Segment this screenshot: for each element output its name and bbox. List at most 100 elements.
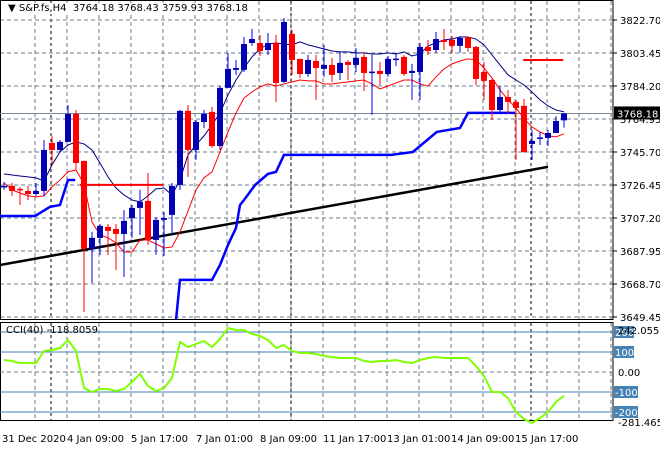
candle-bullish [417, 46, 423, 72]
price-axis-label: 3784.20 [620, 82, 660, 93]
candle-bearish [105, 226, 111, 231]
cci-zero-label: 0.00 [618, 368, 640, 379]
candle-bullish [217, 87, 223, 146]
candle-bullish [265, 42, 271, 50]
time-axis-label: 8 Jan 09:00 [260, 434, 317, 445]
candle-bearish [377, 70, 383, 74]
candle-bearish [441, 39, 447, 42]
price-axis-label: 3726.45 [620, 181, 660, 192]
candle-bearish [81, 160, 87, 249]
candle-bullish [457, 38, 463, 46]
price-axis-label: 3822.70 [620, 16, 660, 27]
low-value: 3759.93 [161, 3, 204, 14]
candle-bullish [537, 137, 543, 139]
cci-level-label: -100 [615, 388, 638, 399]
time-axis-label: 5 Jan 17:00 [131, 434, 188, 445]
cci-label: CCI(40) -118.8059 [6, 325, 98, 336]
price-chart[interactable]: 3822.703803.453784.203764.953745.703726.… [0, 0, 660, 450]
cci-min-label: -281.4652 [618, 418, 660, 429]
candle-bearish [145, 200, 151, 240]
candle-bearish [17, 188, 23, 191]
candle-bullish [193, 122, 199, 150]
candle-bullish [233, 68, 239, 70]
cci-level-label: 100 [615, 348, 634, 359]
time-axis-label: 11 Jan 17:00 [323, 434, 386, 445]
candle-bearish [401, 56, 407, 74]
candle-bullish [177, 110, 183, 185]
candle-bullish [321, 64, 327, 69]
candle-bearish [25, 190, 31, 194]
candle-bearish [329, 64, 335, 75]
close-value: 3768.18 [206, 3, 248, 14]
price-axis-label: 3687.95 [620, 247, 660, 258]
time-axis-label: 14 Jan 09:00 [451, 434, 514, 445]
candle-bearish [465, 36, 471, 48]
candle-bearish [49, 142, 55, 150]
candle-bearish [425, 46, 431, 52]
candle-bearish [73, 113, 79, 163]
current-price-label: 3768.18 [617, 109, 658, 120]
candle-bearish [257, 42, 263, 52]
candle-bullish [225, 68, 231, 88]
candle-bullish [353, 57, 359, 65]
candle-bullish [433, 39, 439, 50]
price-axis-label: 3649.45 [620, 313, 660, 324]
candle-bullish [137, 201, 143, 208]
candle-bearish [489, 80, 495, 110]
candle-bullish [201, 113, 207, 122]
candle-bullish [65, 113, 71, 142]
candle-bullish [545, 132, 551, 138]
candle-bearish [473, 46, 479, 79]
candle-bearish [209, 111, 215, 146]
cci-max-label: 242.055 [618, 326, 659, 337]
candle-bearish [481, 71, 487, 81]
candle-bearish [513, 101, 519, 108]
candle-bullish [241, 44, 247, 70]
candle-bearish [449, 39, 455, 46]
price-axis-label: 3707.20 [620, 214, 660, 225]
candle-bullish [97, 225, 103, 238]
candle-bullish [553, 120, 559, 133]
candle-bullish [153, 219, 159, 240]
price-axis-label: 3668.70 [620, 280, 660, 291]
high-value: 3768.43 [117, 3, 159, 14]
cci-line [3, 326, 565, 425]
candle-bullish [281, 21, 287, 82]
candle-bearish [521, 105, 527, 152]
candle-bearish [289, 33, 295, 60]
candle-bullish [529, 140, 535, 144]
candle-bullish [497, 96, 503, 110]
price-axis-label: 3803.45 [620, 49, 660, 60]
candle-bearish [273, 42, 279, 83]
candle-bearish [113, 228, 119, 234]
candle-bullish [337, 62, 343, 73]
symbol-label: S&P.fs,H4 [18, 3, 67, 14]
candle-bearish [345, 62, 351, 65]
time-axis-label: 13 Jan 01:00 [387, 434, 450, 445]
candle-bearish [313, 60, 319, 68]
candle-bearish [185, 110, 191, 150]
candle-bullish [385, 58, 391, 74]
candle-bearish [361, 56, 367, 73]
candle-bullish [33, 190, 39, 194]
candle-bullish [161, 218, 167, 220]
candle-bearish [505, 96, 511, 102]
candle-bullish [1, 185, 7, 188]
time-axis-label: 4 Jan 09:00 [67, 434, 124, 445]
candle-bullish [121, 220, 127, 234]
candle-bullish [409, 70, 415, 73]
candle-bearish [9, 185, 15, 191]
candle-bullish [41, 149, 47, 191]
candle-bullish [369, 71, 375, 74]
candle-bullish [249, 39, 255, 43]
time-axis-label: 15 Jan 17:00 [515, 434, 578, 445]
open-value: 3764.18 [72, 3, 115, 14]
time-axis-label: 31 Dec 2020 [2, 434, 66, 445]
candle-bullish [57, 141, 63, 150]
candle-bullish [169, 185, 175, 215]
candle-bullish [305, 59, 311, 74]
dropdown-arrow-icon[interactable]: ▼ [8, 3, 16, 14]
price-axis-label: 3745.70 [620, 148, 660, 159]
chart-title: ▼ S&P.fs,H4 3764.18 3768.43 3759.93 3768… [6, 3, 250, 14]
time-axis-label: 7 Jan 01:00 [196, 434, 253, 445]
